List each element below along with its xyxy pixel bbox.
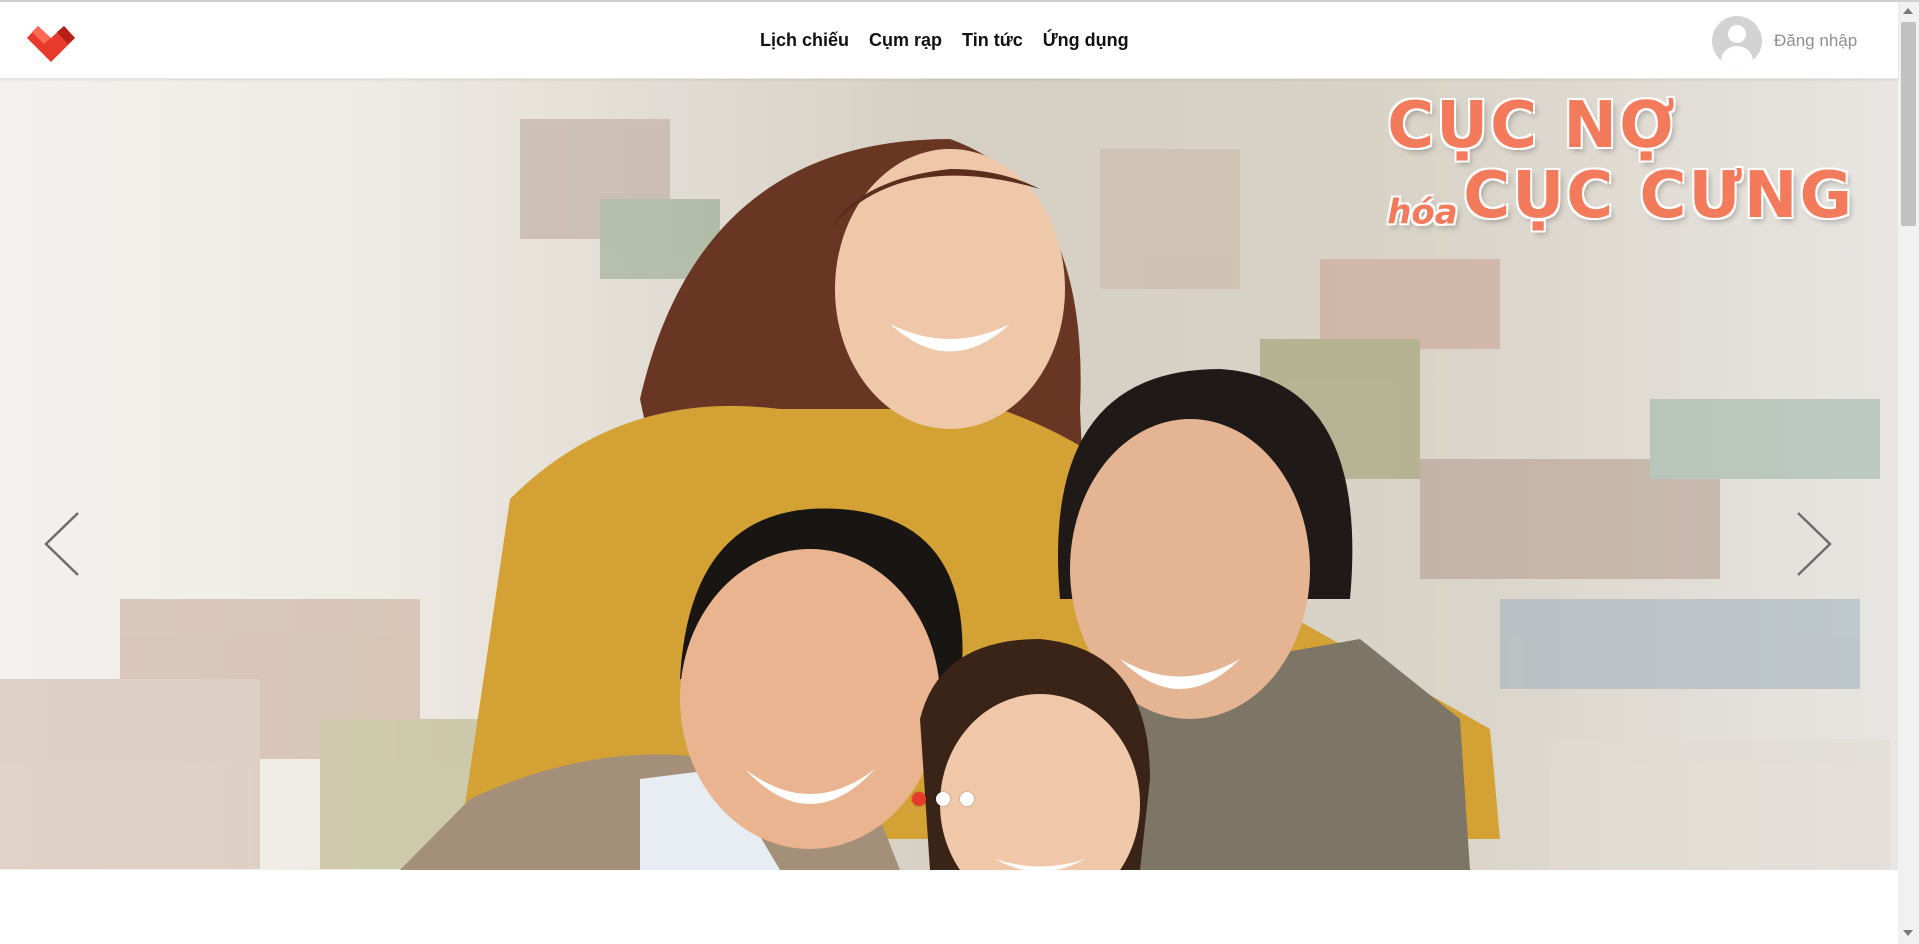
site-header: Lịch chiếu Cụm rạp Tin tức Ứng dụng Đăng… [0,2,1898,79]
scrollbar-thumb[interactable] [1901,22,1916,226]
hero-carousel[interactable]: CỤC NỢ hóa CỤC CƯNG [0,79,1898,870]
carousel-indicators [912,792,974,806]
poster-title: CỤC NỢ hóa CỤC CƯNG [1387,91,1854,233]
carousel-dot-3[interactable] [960,792,974,806]
login-button[interactable]: Đăng nhập [1712,16,1857,66]
vertical-scrollbar[interactable] [1898,2,1919,944]
scroll-down-icon[interactable] [1903,930,1913,936]
nav-showtimes[interactable]: Lịch chiếu [760,30,849,51]
user-avatar-icon [1712,16,1762,66]
carousel-dot-1[interactable] [912,792,926,806]
poster-title-line1: CỤC NỢ [1387,89,1677,163]
login-label: Đăng nhập [1774,31,1858,50]
scroll-up-icon[interactable] [1903,8,1913,14]
heart-logo-icon[interactable] [24,20,78,64]
chevron-left-icon[interactable] [42,509,82,579]
nav-app[interactable]: Ứng dụng [1043,30,1129,51]
poster-title-small: hóa [1387,192,1458,233]
main-nav: Lịch chiếu Cụm rạp Tin tức Ứng dụng [760,2,1129,78]
poster-title-line2: CỤC CƯNG [1463,159,1854,233]
carousel-dot-2[interactable] [936,792,950,806]
chevron-right-icon[interactable] [1794,509,1834,579]
nav-cinemas[interactable]: Cụm rạp [869,30,942,51]
nav-news[interactable]: Tin tức [962,30,1023,51]
